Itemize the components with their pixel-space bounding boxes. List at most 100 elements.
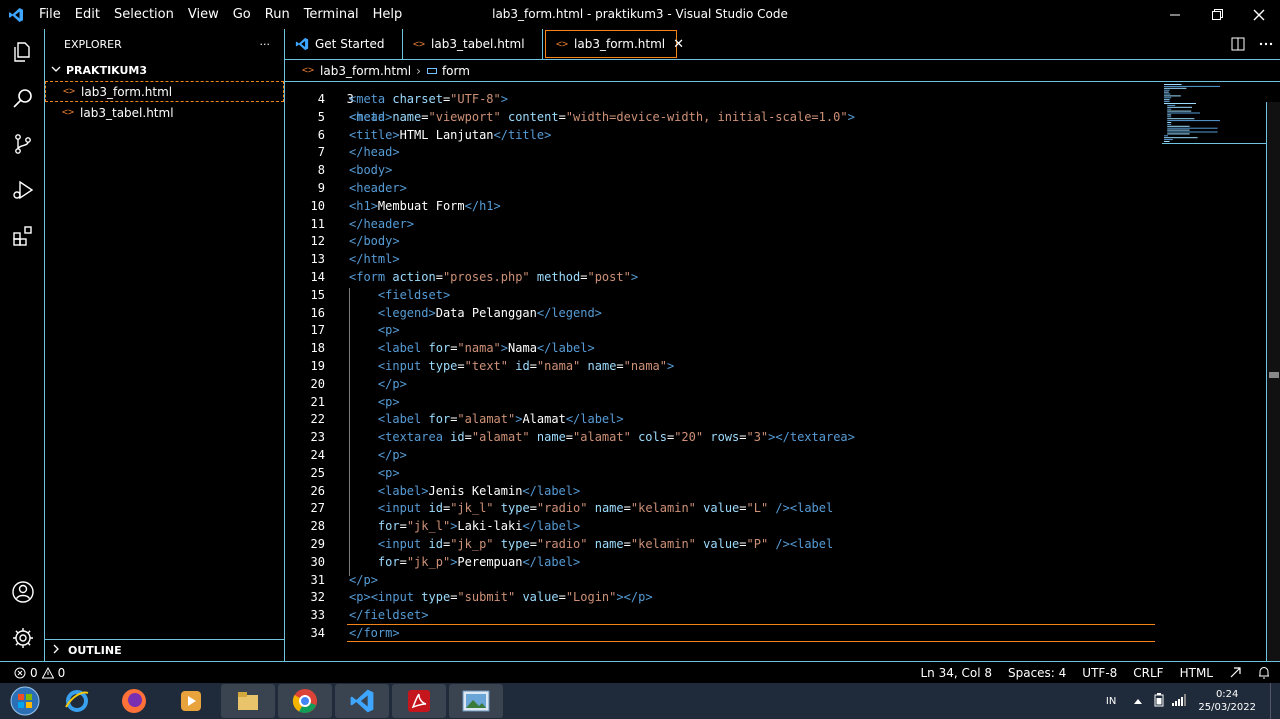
chrome-icon[interactable] (278, 684, 332, 718)
code-text: </p> (377, 376, 407, 391)
vscode-icon (295, 37, 309, 51)
line-number: 31 (310, 572, 325, 587)
minimap-line (1164, 99, 1170, 101)
line-number: 33 (310, 608, 325, 623)
indentation[interactable]: Spaces: 4 (1008, 666, 1066, 680)
window-controls (1154, 0, 1280, 29)
line-number: 19 (310, 359, 325, 373)
code-text: <fieldset> (377, 287, 451, 302)
image-viewer-icon[interactable] (449, 684, 503, 718)
breadcrumb-file[interactable]: lab3_form.html (320, 64, 411, 78)
tab-get-started[interactable]: Get Started (285, 29, 403, 59)
minimap-line (1167, 112, 1200, 114)
code-text: <input type="text" id="nama" name="nama"… (377, 359, 675, 373)
line-ending[interactable]: CRLF (1133, 666, 1163, 680)
minimize-button[interactable] (1154, 0, 1196, 29)
outline-section[interactable]: OUTLINE (45, 639, 284, 661)
folder-label: PRAKTIKUM3 (66, 63, 148, 77)
minimap-line (1164, 87, 1187, 89)
activity-bar (0, 29, 45, 661)
explorer-header: EXPLORER ··· (45, 29, 284, 59)
firefox-icon[interactable] (107, 684, 161, 718)
acrobat-icon[interactable] (392, 684, 446, 718)
error-count: 0 (30, 665, 38, 680)
breadcrumb-symbol[interactable]: form (442, 64, 470, 78)
minimap-line (1167, 123, 1172, 125)
problems-indicator[interactable]: 0 0 (0, 666, 65, 680)
menu-view[interactable]: View (181, 0, 226, 29)
menu-go[interactable]: Go (226, 0, 258, 29)
extensions-icon[interactable] (0, 213, 45, 259)
file-explorer-icon[interactable] (221, 684, 275, 718)
battery-icon[interactable] (1154, 692, 1164, 710)
encoding[interactable]: UTF-8 (1082, 666, 1117, 680)
line-number: 10 (310, 198, 325, 213)
menu-help[interactable]: Help (366, 0, 410, 29)
menu-selection[interactable]: Selection (107, 0, 181, 29)
code-text: for="jk_p">Perempuan</label> (377, 554, 581, 569)
code-text: </p> (377, 448, 407, 462)
menu-file[interactable]: File (32, 0, 68, 29)
minimap-preview (1164, 84, 1220, 142)
code-text: </fieldset> (349, 608, 429, 623)
current-line-highlight (347, 624, 1155, 642)
minimap-line (1167, 104, 1176, 106)
explorer-more-button[interactable]: ··· (260, 38, 271, 51)
internet-explorer-icon[interactable] (50, 684, 104, 718)
tab-lab3-tabel[interactable]: <> lab3_tabel.html (403, 29, 543, 59)
vertical-scrollbar[interactable] (1266, 102, 1280, 661)
close-tab-icon[interactable]: ✕ (673, 37, 684, 52)
signal-icon[interactable] (1172, 693, 1187, 709)
vscode-icon[interactable] (335, 684, 389, 718)
minimap-line (1167, 133, 1190, 135)
html-file-icon: <> (302, 65, 315, 76)
line-number: 9 (317, 181, 325, 195)
minimap-line (1164, 93, 1171, 95)
menu-run[interactable]: Run (258, 0, 297, 29)
close-window-button[interactable] (1238, 0, 1280, 29)
breadcrumb: <> lab3_form.html › form (285, 60, 1280, 82)
tray-expand-icon[interactable] (1134, 696, 1143, 707)
minimap-line (1164, 101, 1170, 103)
menu-bar: File Edit Selection View Go Run Terminal… (32, 0, 409, 29)
media-player-icon[interactable] (164, 684, 218, 718)
settings-gear-icon[interactable] (0, 615, 45, 661)
outline-label: OUTLINE (68, 644, 122, 657)
run-debug-icon[interactable] (0, 167, 45, 213)
notifications-bell-icon[interactable] (1258, 666, 1270, 679)
line-number: 6 (317, 127, 325, 142)
cursor-position[interactable]: Ln 34, Col 8 (920, 666, 992, 680)
activity-bottom (0, 569, 45, 661)
file-lab3-tabel[interactable]: <> lab3_tabel.html (45, 102, 284, 123)
menu-terminal[interactable]: Terminal (297, 0, 366, 29)
line-number: 26 (310, 483, 325, 498)
tab-label: Get Started (315, 37, 385, 51)
code-text: <legend>Data Pelanggan</legend> (377, 305, 602, 320)
clock[interactable]: 0:24 25/03/2022 (1198, 688, 1256, 714)
menu-edit[interactable]: Edit (68, 0, 107, 29)
tab-lab3-form[interactable]: <> lab3_form.html ✕ (545, 30, 684, 58)
explorer-icon[interactable] (0, 29, 45, 75)
restore-button[interactable] (1196, 0, 1238, 29)
start-orb[interactable] (0, 683, 50, 719)
code-text: <label>Jenis Kelamin</label> (377, 483, 581, 498)
file-lab3-form[interactable]: <> lab3_form.html (45, 81, 284, 102)
minimap-line (1167, 116, 1172, 118)
feedback-icon[interactable] (1229, 666, 1242, 679)
split-editor-icon[interactable] (1224, 37, 1252, 51)
minimap-line (1164, 135, 1168, 137)
more-actions-icon[interactable] (1252, 42, 1280, 46)
line-number: 20 (310, 376, 325, 391)
minimap-line (1167, 127, 1218, 129)
account-icon[interactable] (0, 569, 45, 615)
minimap[interactable] (1162, 82, 1266, 144)
code-text: </html> (349, 252, 400, 267)
input-language[interactable]: IN (1106, 696, 1116, 707)
line-number: 18 (310, 341, 325, 356)
folder-praktikum3[interactable]: PRAKTIKUM3 (45, 59, 284, 81)
search-icon[interactable] (0, 75, 45, 121)
code-editor[interactable]: 3 <head> 4 <meta charset="UTF-8"> 5 <meta n… (285, 82, 1280, 661)
source-control-icon[interactable] (0, 121, 45, 167)
language-mode[interactable]: HTML (1180, 666, 1213, 680)
show-desktop-button[interactable] (1270, 683, 1280, 719)
